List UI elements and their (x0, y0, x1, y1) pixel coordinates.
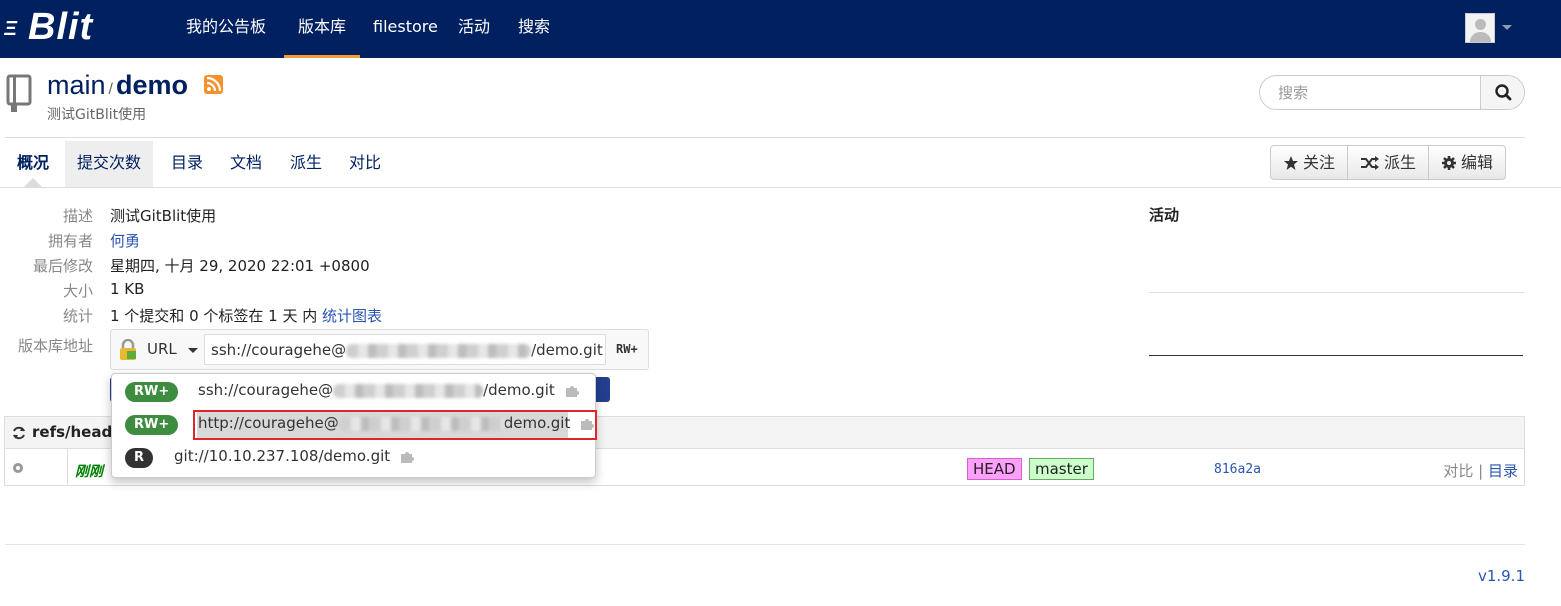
compare-link[interactable]: 对比 (1443, 462, 1473, 480)
permission-badge: RW+ (125, 382, 179, 402)
owner-label: 拥有者 (47, 232, 93, 250)
tab-compare[interactable]: 对比 (337, 141, 393, 187)
refresh-icon[interactable] (11, 425, 27, 441)
puzzle-icon[interactable] (564, 383, 580, 399)
link-separator: | (1478, 462, 1484, 480)
url-menu-text: git://10.10.237.108/demo.git (174, 447, 415, 465)
url-start: git://10.10.237.108/demo.git (174, 447, 391, 465)
edit-button[interactable]: 编辑 (1429, 146, 1505, 179)
repo-title-separator: / (108, 81, 113, 98)
ref-date: 刚刚 (75, 464, 103, 480)
nav-item-repositories[interactable]: 版本库 (284, 0, 360, 58)
url-permission: RW+ (616, 342, 638, 356)
tabs-divider (0, 187, 1561, 188)
user-avatar[interactable] (1465, 13, 1495, 43)
header-divider (5, 137, 1525, 138)
repo-project-link[interactable]: main (47, 70, 106, 100)
url-menu-item-ssh[interactable]: RW+ ssh://couragehe@ /demo.git (112, 377, 597, 407)
last-change-value: 星期四, 十月 29, 2020 22:01 +0800 (110, 257, 370, 275)
logo-text: Blit (28, 6, 94, 48)
logo-prefix: Ξ (4, 18, 18, 40)
url-dropdown-menu: RW+ ssh://couragehe@/demo.git RW+ http:/… (111, 373, 597, 478)
fork-label: 派生 (1384, 153, 1417, 172)
gear-icon (1442, 155, 1457, 170)
watch-label: 关注 (1303, 153, 1336, 172)
redacted-host (346, 343, 532, 358)
stats-chart-link[interactable]: 统计图表 (322, 307, 382, 325)
magnifier-icon (1495, 84, 1512, 101)
activity-chart-axis (1149, 355, 1523, 356)
repo-name-link[interactable]: demo (116, 70, 188, 100)
commit-sha-link[interactable]: 816a2a (1214, 462, 1261, 477)
tab-docs[interactable]: 文档 (218, 141, 274, 187)
permission-badge: RW+ (125, 415, 179, 435)
stats-line: 1 个提交和 0 个标签在 1 天 内 统计图表 (110, 305, 382, 326)
repo-url-label: 版本库地址 (17, 337, 93, 355)
tab-commits[interactable]: 提交次数 (65, 141, 154, 187)
head-tag[interactable]: HEAD (967, 458, 1022, 480)
star-icon (1284, 155, 1298, 170)
tab-forks[interactable]: 派生 (278, 141, 334, 187)
search-input[interactable] (1260, 76, 1480, 109)
table-column-divider (67, 449, 68, 485)
nav-item-activity[interactable]: 活动 (458, 0, 490, 58)
redacted-host (333, 383, 484, 398)
edit-label: 编辑 (1461, 153, 1494, 172)
repo-url-panel: URL ssh://couragehe@ /demo.git RW+ (110, 329, 649, 370)
shuffle-icon (1361, 155, 1380, 170)
url-end: /demo.git (483, 381, 555, 399)
url-menu-item-git[interactable]: R git://10.10.237.108/demo.git (112, 443, 597, 473)
description-label: 描述 (62, 207, 93, 225)
url-field-start: ssh://couragehe@ (211, 341, 347, 359)
activity-divider (1149, 292, 1524, 293)
puzzle-icon[interactable] (399, 449, 415, 465)
watch-button[interactable]: 关注 (1271, 146, 1349, 179)
size-label: 大小 (62, 282, 93, 300)
url-menu-text: ssh://couragehe@ /demo.git (198, 381, 580, 399)
activity-title: 活动 (1149, 206, 1180, 224)
version-link[interactable]: v1.9.1 (1478, 567, 1525, 585)
nav-item-filestore[interactable]: filestore (373, 0, 438, 58)
selection-highlight-box (193, 410, 597, 440)
search-button[interactable] (1480, 76, 1524, 109)
avatar-body (1470, 32, 1491, 42)
repo-description: 测试GitBlit使用 (47, 107, 147, 123)
avatar-head (1475, 19, 1486, 30)
tab-tree[interactable]: 目录 (159, 141, 215, 187)
footer-divider (5, 544, 1525, 545)
repo-url-field[interactable]: ssh://couragehe@ /demo.git (204, 334, 606, 365)
nav-item-dashboard[interactable]: 我的公告板 (186, 0, 266, 58)
repo-action-buttons: 关注 派生 编辑 (1270, 145, 1507, 180)
repo-title: main / demo (47, 70, 188, 101)
search-box (1259, 75, 1525, 110)
rss-icon[interactable] (204, 75, 223, 94)
url-start: ssh://couragehe@ (198, 381, 334, 399)
stats-value: 1 个提交和 0 个标签在 1 天 内 (110, 307, 318, 325)
tree-link[interactable]: 目录 (1488, 462, 1518, 480)
nav-item-search[interactable]: 搜索 (518, 0, 550, 58)
top-navbar: Ξ Blit 我的公告板 版本库 filestore 活动 搜索 (0, 0, 1561, 58)
user-menu-caret-icon[interactable] (1502, 25, 1512, 30)
chevron-down-icon[interactable] (188, 348, 198, 353)
row-links: 对比 | 目录 (1443, 460, 1518, 481)
book-icon (6, 74, 32, 112)
branch-tag[interactable]: master (1029, 458, 1094, 480)
fork-button[interactable]: 派生 (1348, 146, 1430, 179)
lock-icon (120, 339, 136, 360)
url-field-end: /demo.git (531, 341, 603, 359)
description-value: 测试GitBlit使用 (110, 207, 217, 225)
url-protocol-dropdown[interactable]: URL (147, 340, 177, 358)
ref-dot-icon (13, 463, 23, 473)
stats-label: 统计 (62, 307, 93, 325)
owner-link[interactable]: 何勇 (110, 230, 140, 251)
refs-table-title[interactable]: refs/heads (32, 423, 121, 441)
size-value: 1 KB (110, 280, 145, 298)
permission-badge: R (125, 448, 154, 468)
last-change-label: 最后修改 (32, 257, 93, 275)
